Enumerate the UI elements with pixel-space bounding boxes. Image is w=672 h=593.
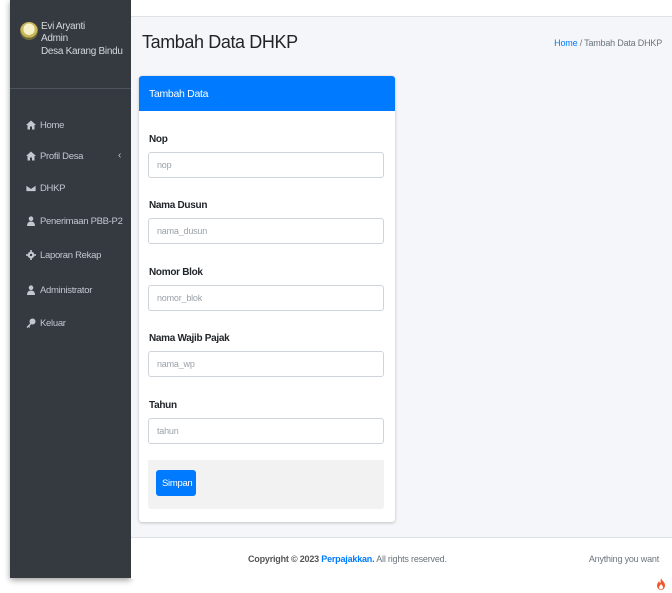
sidebar-item-label: DHKP [40,182,66,194]
key-icon [26,318,36,328]
page-title: Tambah Data DHKP [142,32,298,52]
brand-link[interactable]: Perpajakkan. [321,554,374,564]
card-footer: Simpan [148,460,384,509]
sidebar-item-label: Administrator [40,284,93,296]
card-title: Tambah Data [149,87,209,100]
user-village: Desa Karang Bindu [41,46,123,57]
nop-label: Nop [149,134,168,145]
home-icon [26,151,36,161]
home-icon [26,120,36,130]
sidebar-item-label: Keluar [40,317,66,329]
copyright-suffix: All rights reserved. [376,554,447,564]
breadcrumb-current: Tambah Data DHKP [584,38,662,48]
card-header: Tambah Data [139,76,395,111]
nomor-blok-input[interactable] [148,285,384,311]
sidebar-item-label: Penerimaan PBB-P2 [40,215,123,227]
tahun-label: Tahun [149,400,177,411]
breadcrumb-separator: / [579,38,583,48]
flame-icon [657,578,665,590]
user-role: Admin [41,33,68,44]
user-panel: Evi Aryanti Admin Desa Karang Bindu [10,0,131,89]
nama-wajib-pajak-label: Nama Wajib Pajak [149,333,230,344]
sidebar-item-penerimaan[interactable]: Penerimaan PBB-P2 [10,211,131,231]
tahun-input[interactable] [148,418,384,444]
sidebar-item-laporan-rekap[interactable]: Laporan Rekap [10,245,131,265]
nama-wajib-pajak-input[interactable] [148,351,384,377]
sidebar-item-administrator[interactable]: Administrator [10,280,131,300]
sidebar-item-dhkp[interactable]: DHKP [10,178,131,198]
nop-input[interactable] [148,152,384,178]
add-data-card: Tambah Data Nop Nama Dusun Nomor Blok Na… [139,76,395,522]
sidebar-item-home[interactable]: Home [10,115,131,135]
breadcrumb: Home / Tambah Data DHKP [554,38,662,48]
nama-dusun-input[interactable] [148,218,384,244]
sidebar-item-profil-desa[interactable]: Profil Desa ‹ [10,146,131,166]
nomor-blok-label: Nomor Blok [149,267,203,278]
user-icon [27,285,35,295]
sidebar-item-label: Profil Desa [40,150,84,162]
footer-right-text: Anything you want [588,554,659,564]
sidebar-item-label: Home [40,119,65,131]
top-navbar [131,0,672,17]
gear-icon [26,250,36,260]
sidebar-item-keluar[interactable]: Keluar [10,313,131,333]
sidebar-item-label: Laporan Rekap [40,249,102,261]
save-button[interactable]: Simpan [156,470,196,496]
user-icon [27,216,35,226]
sidebar: Evi Aryanti Admin Desa Karang Bindu Home… [10,0,131,578]
nama-dusun-label: Nama Dusun [149,200,208,211]
breadcrumb-home-link[interactable]: Home [554,38,577,48]
user-name[interactable]: Evi Aryanti [41,21,85,32]
copyright: Copyright © 2023 Perpajakkan. All rights… [248,554,447,564]
chevron-left-icon[interactable]: ‹ [118,150,121,161]
envelope-icon [26,184,36,192]
avatar[interactable] [20,22,38,40]
page-footer: Copyright © 2023 Perpajakkan. All rights… [131,537,672,579]
copyright-prefix: Copyright © 2023 [248,554,319,564]
